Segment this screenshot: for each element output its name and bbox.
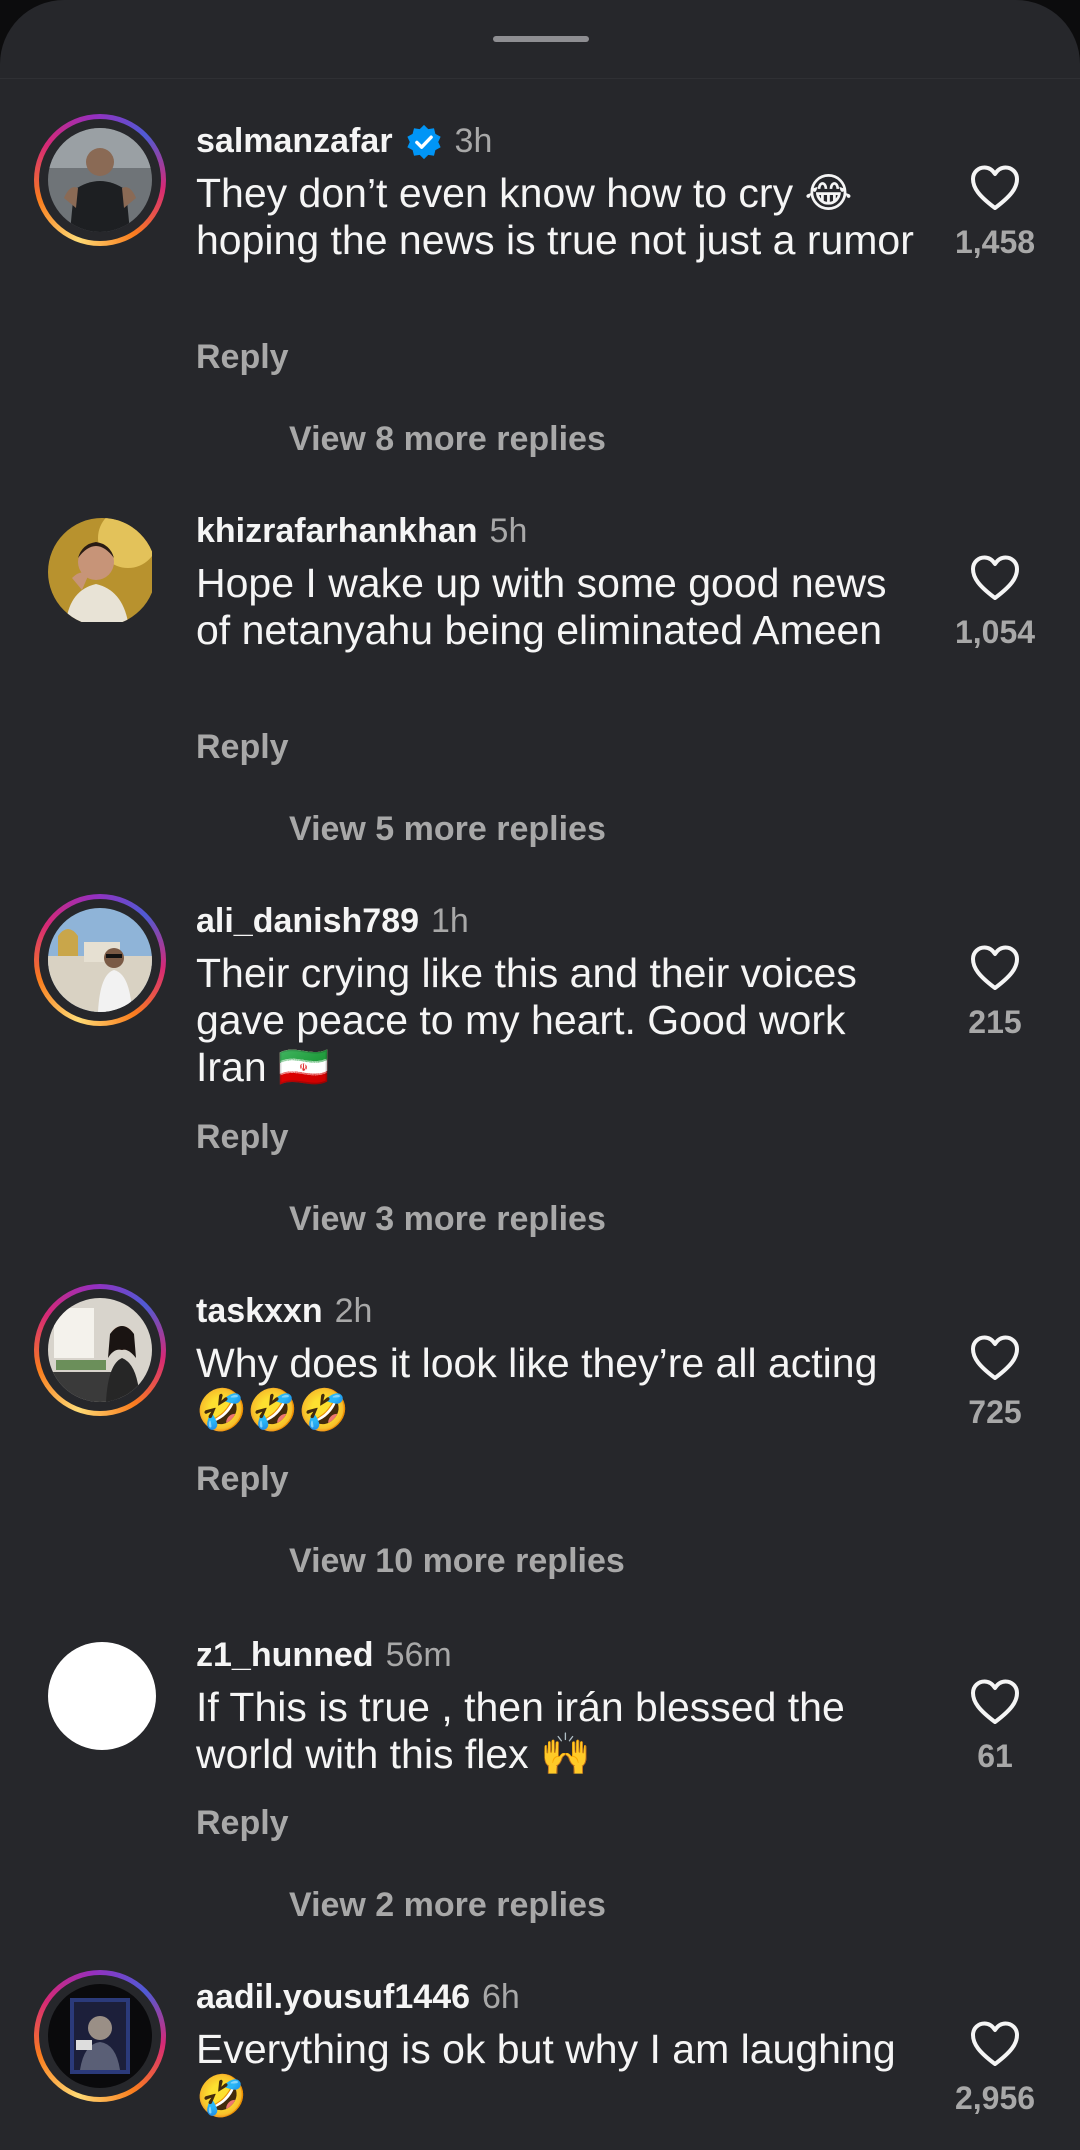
comment-username[interactable]: salmanzafar 3h (196, 122, 492, 161)
like-control[interactable]: 1,054 (930, 554, 1060, 651)
comment-text: Everything is ok but why I am laughing 🤣 (196, 2026, 896, 2119)
comment-time: 56m (385, 1636, 452, 1674)
replies-divider (196, 810, 266, 812)
heart-outline-icon[interactable] (969, 1678, 1021, 1726)
avatar[interactable] (48, 1642, 156, 1750)
comment-text: They don’t even know how to cry 😂 hoping… (196, 170, 914, 263)
like-count: 1,054 (954, 614, 1036, 650)
heart-outline-icon[interactable] (969, 164, 1021, 212)
comment-time: 1h (431, 902, 469, 940)
like-control[interactable]: 1,458 (930, 164, 1060, 261)
avatar[interactable] (48, 908, 152, 1012)
like-count: 2,956 (954, 2080, 1036, 2116)
like-control[interactable]: 61 (930, 1678, 1060, 1775)
reply-button[interactable]: Reply (196, 338, 289, 377)
replies-divider (196, 1200, 266, 1202)
comment-username[interactable]: aadil.yousuf1446 6h (196, 1978, 520, 2017)
like-count: 1,458 (954, 224, 1036, 260)
username-text[interactable]: ali_danish789 (196, 902, 419, 941)
view-replies-button[interactable]: View 8 more replies (289, 420, 606, 459)
like-count: 725 (968, 1394, 1022, 1430)
comment-time: 5h (489, 512, 528, 550)
avatar[interactable] (48, 1298, 152, 1402)
comment-text: If This is true , then irán blessed the … (196, 1684, 845, 1777)
like-count: 215 (968, 1004, 1022, 1040)
view-replies-button[interactable]: View 3 more replies (289, 1200, 606, 1239)
like-control[interactable]: 725 (930, 1334, 1060, 1431)
comment-username[interactable]: ali_danish789 1h (196, 902, 469, 941)
reply-button[interactable]: Reply (196, 728, 289, 767)
comment-username[interactable]: z1_hunned 56m (196, 1636, 452, 1675)
comment-username[interactable]: taskxxn 2h (196, 1292, 372, 1331)
comment-text: Why does it look like they’re all acting… (196, 1340, 878, 1433)
reply-button[interactable]: Reply (196, 1118, 289, 1157)
username-text[interactable]: salmanzafar (196, 122, 393, 161)
heart-outline-icon[interactable] (969, 2020, 1021, 2068)
username-text[interactable]: taskxxn (196, 1292, 323, 1331)
comment-time: 6h (482, 1978, 520, 2016)
avatar[interactable] (48, 518, 156, 626)
sheet-divider (0, 78, 1080, 79)
heart-outline-icon[interactable] (969, 1334, 1021, 1382)
avatar[interactable] (48, 1984, 152, 2088)
like-control[interactable]: 215 (930, 944, 1060, 1041)
replies-divider (196, 420, 266, 422)
comment-time: 2h (334, 1292, 373, 1330)
view-replies-button[interactable]: View 2 more replies (289, 1886, 606, 1925)
comment-text: Their crying like this and their voices … (196, 950, 857, 1090)
like-count: 61 (977, 1738, 1013, 1774)
verified-badge-icon (405, 123, 443, 161)
replies-divider (196, 1542, 266, 1544)
reply-button[interactable]: Reply (196, 1804, 289, 1843)
username-text[interactable]: khizrafarhankhan (196, 512, 478, 551)
comments-sheet: salmanzafar 3h They don’t even know how … (0, 0, 1080, 2150)
avatar[interactable] (48, 128, 152, 232)
view-replies-button[interactable]: View 5 more replies (289, 810, 606, 849)
heart-outline-icon[interactable] (969, 944, 1021, 992)
heart-outline-icon[interactable] (969, 554, 1021, 602)
username-text[interactable]: z1_hunned (196, 1636, 374, 1675)
sheet-drag-handle[interactable] (493, 36, 589, 42)
replies-divider (196, 1886, 266, 1888)
view-replies-button[interactable]: View 10 more replies (289, 1542, 625, 1581)
comment-text: Hope I wake up with some good news of ne… (196, 560, 887, 653)
comment-time: 3h (454, 122, 493, 160)
comment-username[interactable]: khizrafarhankhan 5h (196, 512, 527, 551)
reply-button[interactable]: Reply (196, 1460, 289, 1499)
like-control[interactable]: 2,956 (930, 2020, 1060, 2117)
username-text[interactable]: aadil.yousuf1446 (196, 1978, 470, 2017)
